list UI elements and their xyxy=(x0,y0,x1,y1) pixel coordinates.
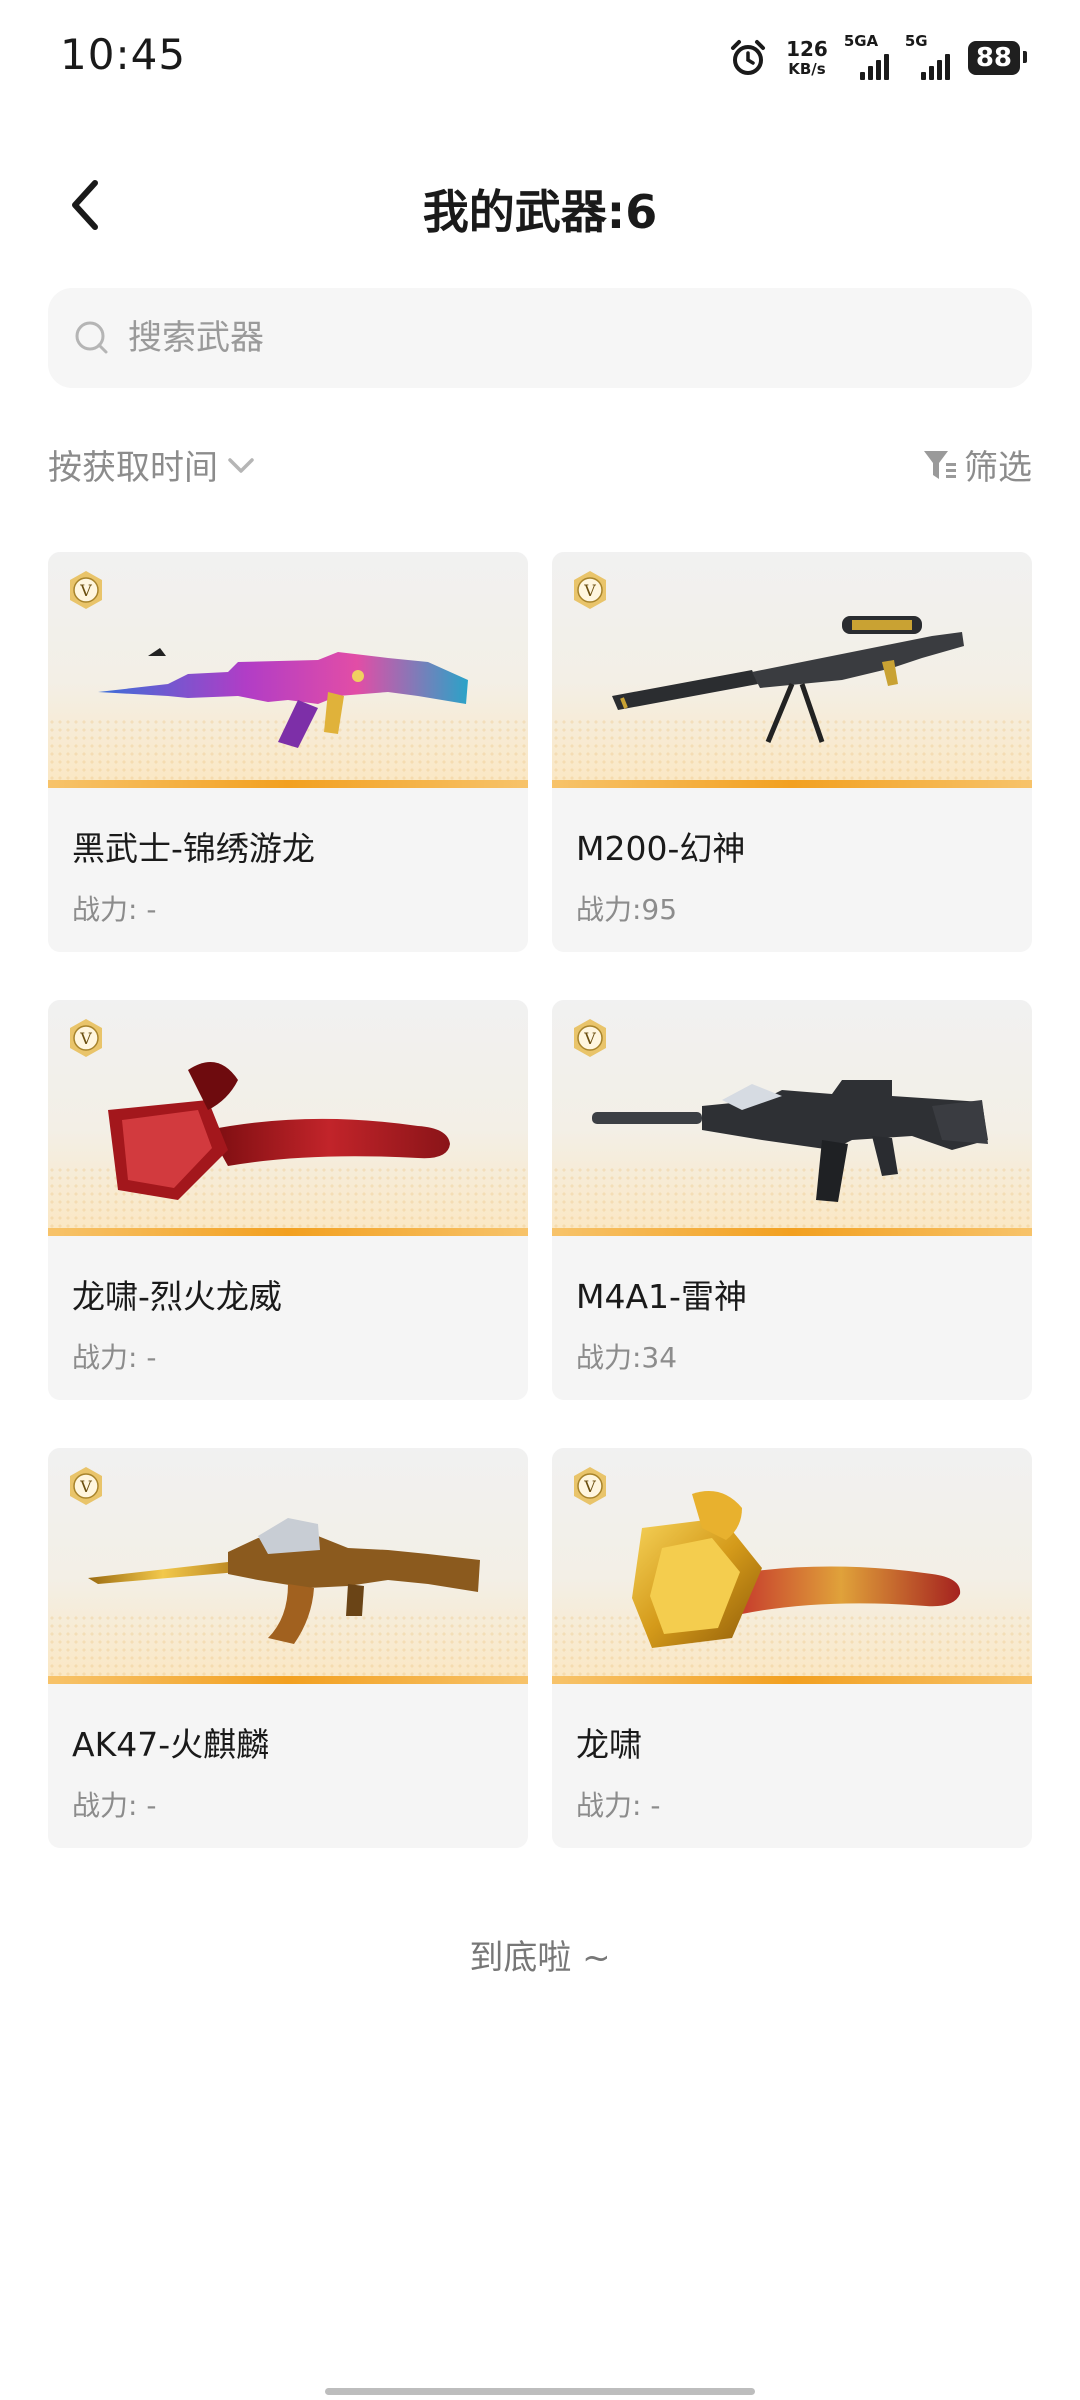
battery-icon: 88 xyxy=(967,41,1028,75)
end-of-list-text: 到底啦 ~ xyxy=(469,1938,611,1978)
alarm-clock-icon xyxy=(728,38,768,78)
signal-5ga-icon: 5GA xyxy=(844,32,889,80)
weapon-power: 战力: - xyxy=(576,1789,661,1822)
filter-button[interactable]: 筛选 xyxy=(922,440,1032,489)
svg-text:V: V xyxy=(583,1029,596,1048)
weapon-card[interactable]: V M200-幻神 战力:95 xyxy=(552,552,1032,952)
home-indicator[interactable] xyxy=(325,2388,755,2395)
vip-badge-icon: V xyxy=(574,571,606,609)
vip-badge-icon: V xyxy=(70,1467,102,1505)
filter-label: 筛选 xyxy=(964,448,1032,488)
header: 我的武器:6 xyxy=(0,150,1080,260)
svg-text:V: V xyxy=(79,1477,92,1496)
signal-5g-icon: 5G xyxy=(905,32,950,80)
weapon-image: V xyxy=(48,1448,528,1684)
status-bar: 10:45 126 KB/s 5GA 5G 88 xyxy=(0,0,1080,118)
weapon-power: 战力: - xyxy=(72,1789,157,1822)
search-input[interactable] xyxy=(126,317,1010,359)
weapon-power: 战力:95 xyxy=(576,893,678,926)
vip-badge-icon: V xyxy=(70,571,102,609)
weapon-card[interactable]: V 黑武士-锦绣游龙 战力: - xyxy=(48,552,528,952)
filter-icon xyxy=(924,450,956,479)
vip-badge-icon: V xyxy=(574,1019,606,1057)
status-time: 10:45 xyxy=(60,30,187,79)
ak47-rifle-icon xyxy=(88,1518,480,1644)
weapon-name: 黑武士-锦绣游龙 xyxy=(72,829,315,868)
sort-dropdown[interactable]: 按获取时间 xyxy=(48,440,258,489)
search-icon xyxy=(72,318,112,358)
weapon-image: V xyxy=(48,1000,528,1236)
vip-badge-icon: V xyxy=(70,1019,102,1057)
svg-text:V: V xyxy=(79,581,92,600)
toolbar: 按获取时间 筛选 xyxy=(48,430,1032,500)
weapon-card[interactable]: V 龙啸 战力: - xyxy=(552,1448,1032,1848)
weapon-card[interactable]: V 龙啸-烈火龙威 战力: - xyxy=(48,1000,528,1400)
vip-badge-icon: V xyxy=(574,1467,606,1505)
svg-text:V: V xyxy=(583,1477,596,1496)
weapon-image: V xyxy=(552,552,1032,788)
weapon-power: 战力: - xyxy=(72,893,157,926)
weapon-image: V xyxy=(552,1448,1032,1684)
status-icons: 126 KB/s 5GA 5G 88 xyxy=(728,32,1028,84)
axe-icon xyxy=(108,1062,450,1200)
sniper-rifle-icon xyxy=(612,616,964,743)
weapon-card[interactable]: V AK47-火麒麟 战力: - xyxy=(48,1448,528,1848)
weapon-image: V xyxy=(552,1000,1032,1236)
weapon-power: 战力:34 xyxy=(576,1341,678,1374)
assault-rifle-icon xyxy=(592,1080,988,1202)
weapon-name: 龙啸 xyxy=(576,1725,642,1764)
svg-text:V: V xyxy=(583,581,596,600)
page-title: 我的武器:6 xyxy=(422,185,658,239)
network-speed: 126 KB/s xyxy=(786,37,828,78)
search-box[interactable] xyxy=(48,288,1032,388)
weapon-name: AK47-火麒麟 xyxy=(72,1725,270,1764)
weapon-name: M4A1-雷神 xyxy=(576,1277,747,1316)
weapon-name: 龙啸-烈火龙威 xyxy=(72,1277,282,1316)
weapon-image: V xyxy=(48,552,528,788)
chevron-down-icon xyxy=(228,457,254,473)
golden-axe-icon xyxy=(632,1491,961,1648)
weapon-card[interactable]: V M4A1-雷神 战力:34 xyxy=(552,1000,1032,1400)
weapon-power: 战力: - xyxy=(72,1341,157,1374)
rifle-icon xyxy=(98,648,468,748)
svg-text:V: V xyxy=(79,1029,92,1048)
sort-label: 按获取时间 xyxy=(48,448,218,488)
weapon-grid: V 黑武士-锦绣游龙 战力: - V M200-幻神 战力:95 V 龙啸-烈火… xyxy=(48,552,1032,1848)
weapon-name: M200-幻神 xyxy=(576,829,746,868)
